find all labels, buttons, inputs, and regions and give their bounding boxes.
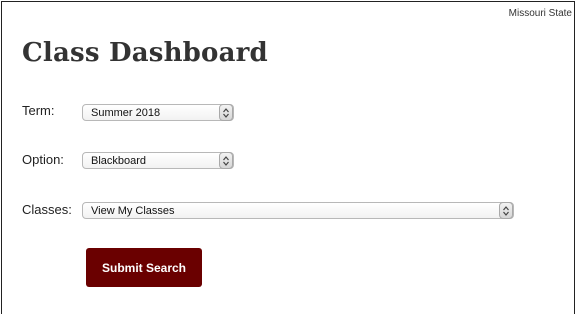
option-select[interactable]: Blackboard	[82, 152, 234, 169]
classes-select[interactable]: View My Classes	[82, 202, 514, 219]
submit-search-button[interactable]: Submit Search	[86, 248, 202, 287]
up-down-chevron-icon[interactable]	[219, 104, 233, 121]
classes-label: Classes:	[22, 202, 72, 217]
option-row: Option:	[22, 152, 64, 167]
option-select-value: Blackboard	[91, 154, 147, 167]
up-down-chevron-icon[interactable]	[219, 152, 233, 169]
term-select[interactable]: Summer 2018	[82, 104, 234, 121]
page-frame: Missouri State Class Dashboard Term: Sum…	[1, 1, 575, 314]
term-select-value: Summer 2018	[91, 106, 161, 119]
page-title: Class Dashboard	[22, 38, 268, 68]
brand-label: Missouri State	[508, 8, 572, 19]
classes-select-value: View My Classes	[91, 204, 175, 217]
option-label: Option:	[22, 152, 64, 167]
classes-row: Classes:	[22, 202, 72, 217]
term-label: Term:	[22, 103, 55, 118]
term-row: Term:	[22, 103, 55, 118]
up-down-chevron-icon[interactable]	[499, 202, 513, 219]
